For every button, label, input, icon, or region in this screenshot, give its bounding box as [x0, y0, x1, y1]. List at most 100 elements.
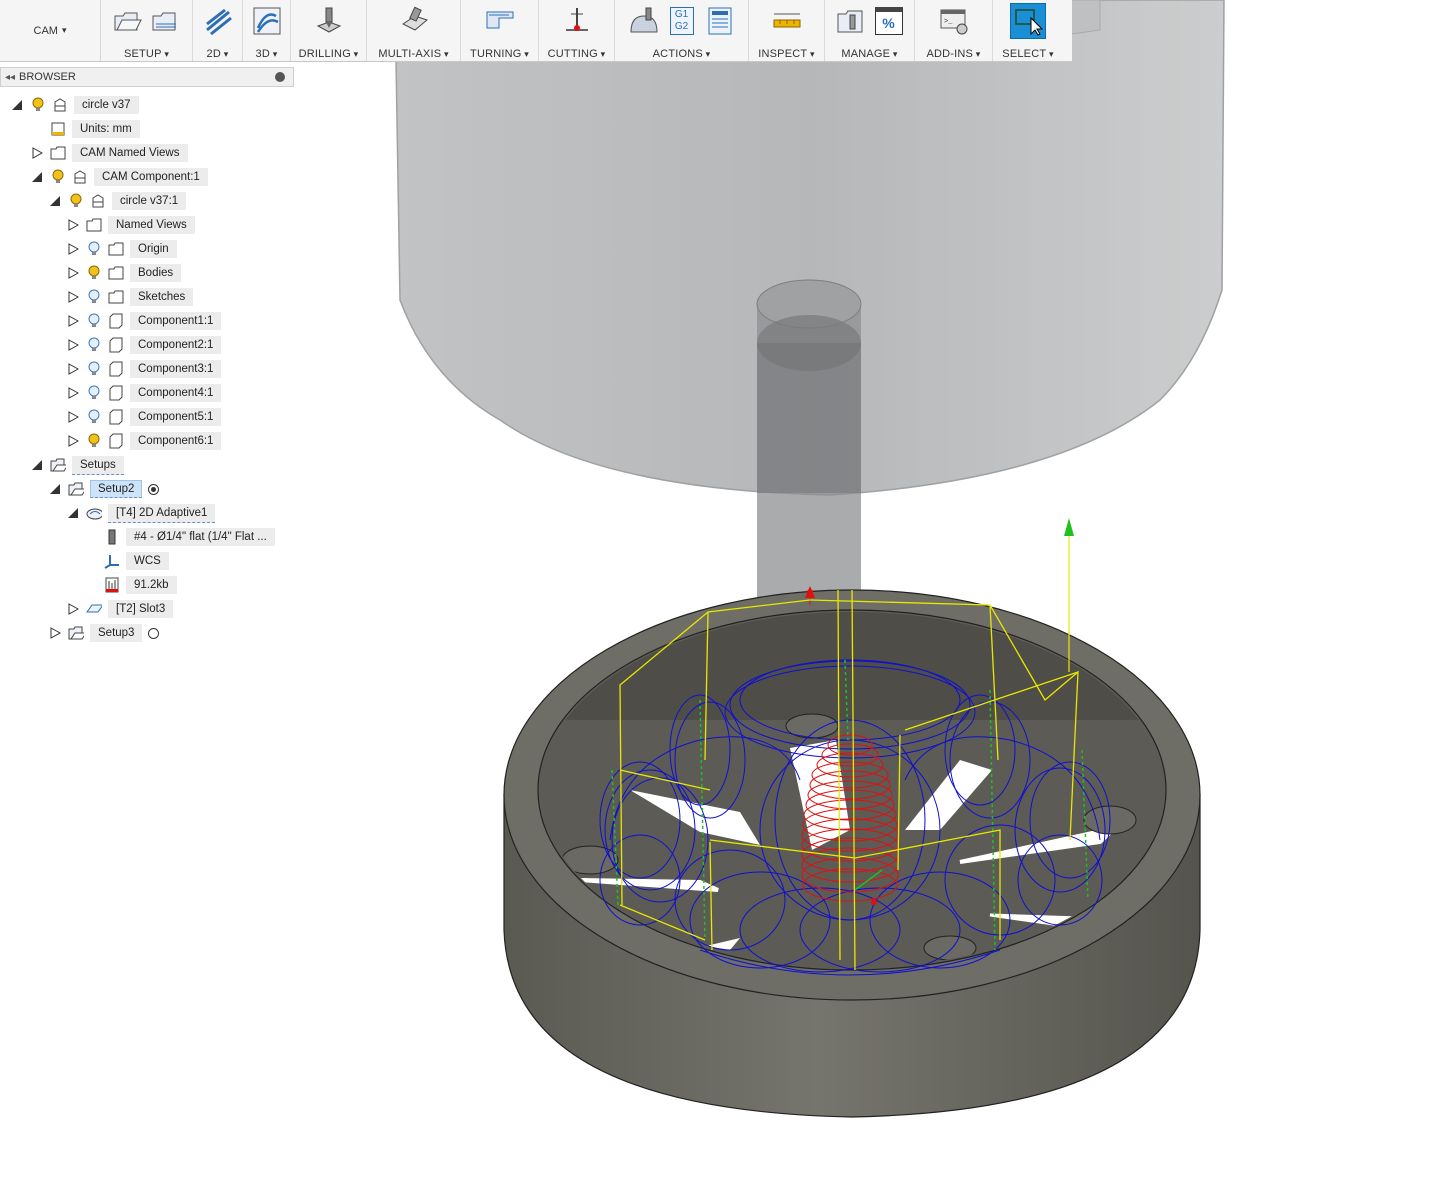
inactive-setup-radio[interactable]: [148, 627, 160, 639]
3d-menu[interactable]: 3D: [256, 48, 278, 60]
collapsed-triangle-icon[interactable]: [66, 242, 80, 256]
inspect-group[interactable]: INSPECT: [749, 0, 825, 61]
setup-menu[interactable]: SETUP: [124, 48, 169, 60]
cutting-group[interactable]: CUTTING: [539, 0, 615, 61]
tree-node-component6[interactable]: Component6:1: [66, 431, 222, 451]
lightbulb-on-icon[interactable]: [30, 97, 46, 113]
drilling-menu[interactable]: DRILLING: [299, 48, 359, 60]
pin-panel-icon[interactable]: [275, 72, 285, 82]
tree-node-filesize[interactable]: 91.2kb: [104, 575, 177, 595]
tree-node-origin[interactable]: Origin: [66, 239, 177, 259]
lightbulb-on-icon[interactable]: [68, 193, 84, 209]
actions-menu[interactable]: ACTIONS: [653, 48, 711, 60]
lightbulb-off-icon[interactable]: [86, 361, 102, 377]
expanded-triangle-icon[interactable]: [30, 458, 44, 472]
multi-axis-icon[interactable]: [398, 5, 430, 37]
measure-icon[interactable]: [771, 5, 803, 37]
3d-viewport[interactable]: [0, 0, 1442, 1190]
drilling-group[interactable]: DRILLING: [291, 0, 367, 61]
tree-node-units[interactable]: Units: mm: [50, 119, 140, 139]
collapsed-triangle-icon[interactable]: [66, 266, 80, 280]
select-menu[interactable]: SELECT: [1002, 48, 1053, 60]
3d-adaptive-icon[interactable]: [251, 5, 283, 37]
3d-group[interactable]: 3D: [243, 0, 291, 61]
2d-group[interactable]: 2D: [193, 0, 243, 61]
scripts-addins-icon[interactable]: >_: [938, 5, 970, 37]
tree-node-root[interactable]: circle v37: [10, 95, 139, 115]
tree-node-slot[interactable]: [T2] Slot3: [66, 599, 174, 619]
tree-node-bodies[interactable]: Bodies: [66, 263, 182, 283]
post-process-icon[interactable]: G1 G2: [666, 5, 698, 37]
2d-menu[interactable]: 2D: [207, 48, 229, 60]
tree-node-operation[interactable]: [T4] 2D Adaptive1: [66, 503, 216, 523]
lightbulb-off-icon[interactable]: [86, 385, 102, 401]
expanded-triangle-icon[interactable]: [66, 506, 80, 520]
collapsed-triangle-icon[interactable]: [66, 314, 80, 328]
collapsed-triangle-icon[interactable]: [66, 434, 80, 448]
2d-adaptive-icon[interactable]: [202, 5, 234, 37]
lightbulb-off-icon[interactable]: [86, 241, 102, 257]
setup-group[interactable]: SETUP: [101, 0, 193, 61]
tree-node-tool[interactable]: #4 - Ø1/4" flat (1/4" Flat ...: [104, 527, 275, 547]
tree-node-setup2[interactable]: Setup2: [48, 479, 160, 499]
tree-node-cam-component[interactable]: CAM Component:1: [30, 167, 208, 187]
collapsed-triangle-icon[interactable]: [66, 338, 80, 352]
actions-group[interactable]: G1 G2 ACTIONS: [615, 0, 749, 61]
collapsed-triangle-icon[interactable]: [48, 626, 62, 640]
select-group[interactable]: SELECT: [993, 0, 1063, 61]
simulate-icon[interactable]: [628, 5, 660, 37]
collapsed-triangle-icon[interactable]: [66, 290, 80, 304]
inspect-menu[interactable]: INSPECT: [758, 48, 815, 60]
collapsed-triangle-icon[interactable]: [66, 362, 80, 376]
tree-node-named-views[interactable]: Named Views: [66, 215, 195, 235]
tree-node-sketches[interactable]: Sketches: [66, 287, 194, 307]
expanded-triangle-icon[interactable]: [48, 482, 62, 496]
tree-node-component4[interactable]: Component4:1: [66, 383, 222, 403]
lightbulb-off-icon[interactable]: [86, 337, 102, 353]
add-ins-menu[interactable]: ADD-INS: [926, 48, 980, 60]
template-library-icon[interactable]: %: [873, 5, 905, 37]
select-tool-icon[interactable]: [1010, 3, 1046, 39]
setup-sheet-icon[interactable]: [704, 5, 736, 37]
tree-node-setups[interactable]: Setups: [30, 455, 124, 475]
multi-axis-group[interactable]: MULTI-AXIS: [367, 0, 461, 61]
lightbulb-off-icon[interactable]: [86, 409, 102, 425]
drill-icon[interactable]: [313, 5, 345, 37]
tree-node-component2[interactable]: Component2:1: [66, 335, 222, 355]
active-setup-radio[interactable]: [148, 483, 160, 495]
tree-node-wcs[interactable]: WCS: [104, 551, 169, 571]
collapsed-triangle-icon[interactable]: [66, 218, 80, 232]
expanded-triangle-icon[interactable]: [48, 194, 62, 208]
collapsed-triangle-icon[interactable]: [66, 602, 80, 616]
lightbulb-on-icon[interactable]: [86, 433, 102, 449]
add-ins-group[interactable]: >_ ADD-INS: [915, 0, 993, 61]
turning-icon[interactable]: [484, 5, 516, 37]
workspace-switcher[interactable]: CAM ▾: [0, 0, 101, 61]
tree-node-component1[interactable]: Component1:1: [66, 311, 222, 331]
tree-node-component[interactable]: circle v37:1: [48, 191, 187, 211]
collapsed-triangle-icon[interactable]: [66, 410, 80, 424]
tree-node-setup3[interactable]: Setup3: [48, 623, 160, 643]
lightbulb-on-icon[interactable]: [86, 265, 102, 281]
new-setup-icon[interactable]: [112, 5, 144, 37]
collapse-panel-icon[interactable]: ◂◂: [1, 72, 19, 83]
manage-group[interactable]: % MANAGE: [825, 0, 915, 61]
expanded-triangle-icon[interactable]: [30, 170, 44, 184]
collapsed-triangle-icon[interactable]: [66, 386, 80, 400]
multi-axis-menu[interactable]: MULTI-AXIS: [378, 48, 448, 60]
expanded-triangle-icon[interactable]: [10, 98, 24, 112]
cutting-menu[interactable]: CUTTING: [548, 48, 606, 60]
tree-node-component3[interactable]: Component3:1: [66, 359, 222, 379]
tree-node-component5[interactable]: Component5:1: [66, 407, 222, 427]
collapsed-triangle-icon[interactable]: [30, 146, 44, 160]
lightbulb-off-icon[interactable]: [86, 313, 102, 329]
lightbulb-off-icon[interactable]: [86, 289, 102, 305]
manage-menu[interactable]: MANAGE: [841, 48, 897, 60]
setup-folder-icon[interactable]: [150, 5, 182, 37]
tool-library-icon[interactable]: [835, 5, 867, 37]
cutting-icon[interactable]: [561, 5, 593, 37]
lightbulb-on-icon[interactable]: [50, 169, 66, 185]
tree-node-cam-named-views[interactable]: CAM Named Views: [30, 143, 188, 163]
turning-group[interactable]: TURNING: [461, 0, 539, 61]
turning-menu[interactable]: TURNING: [470, 48, 529, 60]
